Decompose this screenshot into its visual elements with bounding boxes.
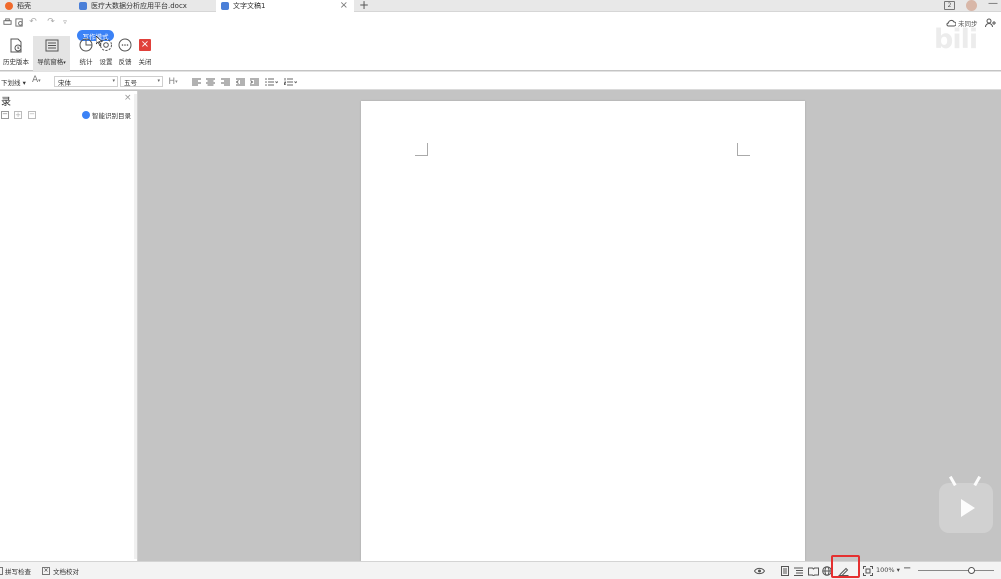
zoom-level-dropdown[interactable]: 100% ▾	[876, 566, 900, 574]
read-view-icon[interactable]	[807, 565, 819, 577]
font-family-select[interactable]: 宋体 ▾	[54, 76, 118, 87]
close-tab-icon[interactable]: ×	[340, 0, 348, 12]
tab-doc-new[interactable]: 文字文稿1 ×	[216, 0, 354, 12]
zoom-out-icon[interactable]: −	[903, 563, 911, 574]
print-icon[interactable]	[1, 16, 13, 28]
highlight-box	[831, 555, 860, 578]
nav-pane-icon	[43, 36, 61, 54]
close-mode-button[interactable]: × 关闭	[130, 36, 160, 74]
format-toolbar: 下划线 ▾ A▾ 宋体 ▾ 五号 ▾ H ▾	[0, 71, 1001, 90]
new-tab-icon[interactable]: +	[359, 0, 369, 12]
panel-title: 录	[1, 97, 11, 108]
align-right-icon[interactable]	[219, 76, 231, 87]
doc-proofread-label: 文档校对	[53, 568, 79, 576]
tab-label: 医疗大数据分析应用平台.docx	[91, 2, 187, 10]
zoom-slider-thumb[interactable]	[967, 567, 975, 574]
tab-doc-medical[interactable]: 医疗大数据分析应用平台.docx	[74, 0, 214, 12]
close-icon: ×	[139, 39, 151, 51]
document-page[interactable]	[361, 101, 805, 561]
chevron-down-icon: ▾	[157, 78, 160, 84]
print-preview-icon[interactable]	[13, 16, 25, 28]
font-size-select[interactable]: 五号 ▾	[120, 76, 163, 87]
zoom-value: 100%	[876, 566, 895, 574]
redo-icon[interactable]: ↷	[45, 16, 57, 28]
spell-check-button[interactable]: 拼写检查	[0, 566, 31, 576]
margin-corner-top-left	[415, 143, 428, 156]
window-count-icon[interactable]: 2	[944, 1, 955, 10]
expand-all-icon[interactable]: +	[14, 111, 22, 119]
spell-check-label: 拼写检查	[5, 568, 31, 576]
align-left-icon[interactable]	[190, 76, 202, 87]
history-icon	[7, 36, 25, 54]
tab-label: 稻壳	[17, 2, 31, 10]
font-color-icon[interactable]: A▾	[32, 75, 41, 85]
page-view-icon[interactable]	[779, 565, 790, 577]
numbered-list-icon[interactable]	[282, 76, 298, 87]
collapse-all-icon[interactable]: −	[1, 111, 9, 119]
indent-decrease-icon[interactable]	[234, 76, 246, 87]
close-label: 关闭	[138, 58, 152, 66]
antenna-right	[969, 473, 982, 487]
tab-label: 文字文稿1	[233, 2, 266, 10]
proofread-icon: ×	[42, 567, 50, 575]
word-doc-icon	[221, 2, 229, 10]
eye-icon[interactable]	[753, 565, 765, 577]
undo-icon[interactable]: ↶	[27, 16, 39, 28]
doc-proofread-button[interactable]: × 文档校对	[42, 566, 79, 576]
avatar[interactable]	[966, 0, 977, 11]
align-center-icon[interactable]	[204, 76, 216, 87]
history-version-label: 历史版本	[3, 58, 29, 66]
ai-icon	[82, 111, 90, 119]
underline-style-dropdown[interactable]: 下划线 ▾	[1, 77, 26, 87]
nav-pane-label: 导航窗格▾	[37, 58, 66, 66]
word-doc-icon	[79, 2, 87, 10]
minimize-icon[interactable]: —	[988, 0, 998, 9]
panel-splitter[interactable]	[134, 94, 137, 559]
tab-docer[interactable]: 稻壳	[0, 0, 72, 12]
history-version-button[interactable]: 历史版本	[1, 36, 31, 74]
font-size-value: 五号	[124, 78, 137, 87]
smart-toc-button[interactable]: 智能识别目录	[82, 110, 131, 120]
indent-increase-icon[interactable]	[248, 76, 260, 87]
fit-page-icon[interactable]	[862, 565, 874, 577]
navigation-panel: 录 × − + − 智能识别目录	[0, 91, 138, 561]
outline-view-icon[interactable]	[793, 565, 804, 577]
video-play-button[interactable]	[939, 473, 993, 533]
heading-icon[interactable]: H ▾	[167, 76, 179, 87]
collapse-icon[interactable]: −	[28, 111, 36, 119]
tab-bar: 稻壳 医疗大数据分析应用平台.docx 文字文稿1 × + 2 —	[0, 0, 1001, 12]
ribbon: ↶ ↷ ▿ 写作模式 历史版本 导航窗格▾ 统计 设置 反馈 × 关闭 未同步 …	[0, 12, 1001, 74]
zoom-slider[interactable]	[918, 567, 994, 574]
chevron-down-icon: ▾	[112, 78, 115, 84]
antenna-left	[948, 473, 961, 487]
play-icon	[961, 499, 975, 517]
smart-toc-label: 智能识别目录	[92, 112, 131, 120]
font-family-value: 宋体	[58, 78, 71, 87]
customize-toolbar-icon[interactable]: ▿	[59, 16, 71, 28]
docer-logo-icon	[5, 2, 13, 10]
margin-corner-top-right	[737, 143, 750, 156]
spell-check-icon	[0, 567, 3, 575]
watermark-logo: bili	[934, 24, 978, 55]
bullet-list-icon[interactable]	[263, 76, 279, 87]
close-panel-icon[interactable]: ×	[124, 93, 132, 103]
share-icon[interactable]	[985, 18, 997, 29]
nav-pane-button[interactable]: 导航窗格▾	[33, 36, 70, 74]
